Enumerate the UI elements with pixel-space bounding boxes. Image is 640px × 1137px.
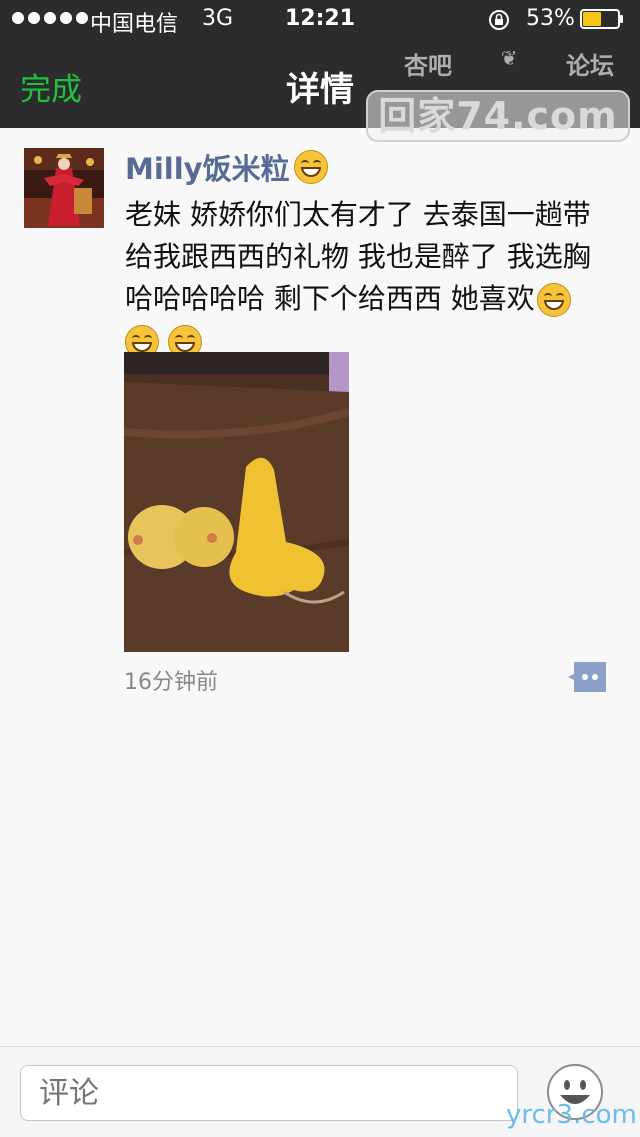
post-text-line-3: 哈哈哈哈哈 剩下个给西西 她喜欢 [125,282,535,315]
avatar[interactable] [24,148,104,228]
watermark-ornament-icon: ❦ [500,46,518,70]
comment-input[interactable] [20,1065,518,1121]
comment-bubble-icon[interactable] [566,660,608,694]
rotation-lock-icon [489,10,509,30]
top-bar: 中国电信 3G 12:21 53% 完成 详情 杏吧 ❦ 论坛 回家74.com [0,0,640,142]
watermark-top-right: 论坛 [565,52,614,80]
post-text: 老妹 娇娇你们太有才了 去泰国一趟带 给我跟西西的礼物 我也是醉了 我选胸 哈哈… [125,194,625,362]
post-text-line-with-emoji: 哈哈哈哈哈 剩下个给西西 她喜欢 [125,278,625,320]
watermark-top-left: 杏吧 [404,52,452,80]
author-name[interactable]: Milly饭米粒 [125,146,290,188]
post-time: 16分钟前 [124,670,218,695]
smile-emoji-icon [293,150,328,184]
post-text-line: 给我跟西西的礼物 我也是醉了 我选胸 [125,240,591,273]
battery-icon [580,9,623,29]
post-photo[interactable] [124,352,349,652]
grin-emoji-icon [536,283,571,317]
forum-watermark: 杏吧 ❦ 论坛 回家74.com [364,44,634,144]
site-watermark: yrcr3.com [506,1100,637,1130]
battery-percent: 53% [526,6,575,31]
post-author[interactable]: Milly饭米粒 [125,146,328,188]
post-text-line: 老妹 娇娇你们太有才了 去泰国一趟带 [125,198,591,231]
status-bar: 中国电信 3G 12:21 53% [0,0,640,40]
watermark-main: 回家74.com [366,90,630,142]
